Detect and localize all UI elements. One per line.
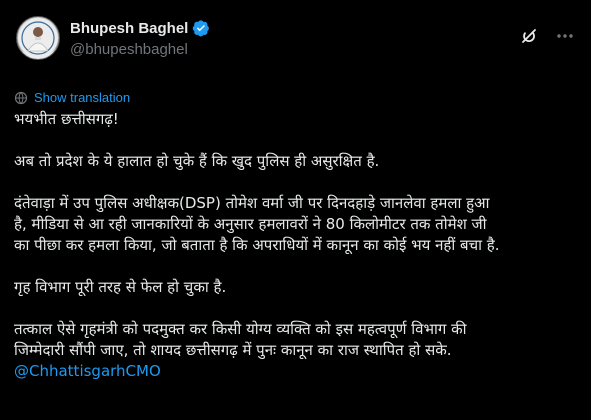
profile-photo-icon[interactable] [16,16,60,60]
tweet-line: भयभीत छत्तीसगढ़! [14,110,119,128]
tweet-line: अब तो प्रदेश के ये हालात हो चुके हैं कि … [14,152,380,170]
tweet-line: गृह विभाग पूरी तरह से फेल हो चुका है. [14,278,227,296]
tweet-line: का पीछा कर हमला किया, जो बताता है कि अपर… [14,236,500,254]
author-info: Bhupesh Baghel @bhupeshbaghel [70,18,210,58]
author-display-name[interactable]: Bhupesh Baghel [70,20,188,37]
tweet-header: Bhupesh Baghel @bhupeshbaghel [14,12,577,68]
author-handle[interactable]: @bhupeshbaghel [70,41,210,58]
tweet-card: Bhupesh Baghel @bhupeshbaghel Show trans… [0,0,591,420]
tweet-line: जिम्मेदारी सौंपी जाए, तो शायद छत्तीसगढ़ … [14,341,452,359]
show-translation-link[interactable]: Show translation [34,90,130,105]
header-actions [503,26,575,46]
grok-icon[interactable] [519,26,539,46]
tweet-line: दंतेवाड़ा में उप पुलिस अधीक्षक(DSP) तोमे… [14,194,490,212]
more-options-icon[interactable] [555,26,575,46]
tweet-text: भयभीत छत्तीसगढ़! अब तो प्रदेश के ये हाला… [14,109,579,382]
tweet-line: तत्काल ऐसे गृहमंत्री को पदमुक्त कर किसी … [14,320,467,338]
verified-badge-icon [192,19,210,37]
translation-row: Show translation [14,89,577,105]
translate-icon [14,90,28,105]
mention-link[interactable]: @ChhattisgarhCMO [14,361,579,382]
tweet-line: है, मीडिया से आ रही जानकारियों के अनुसार… [14,215,487,233]
